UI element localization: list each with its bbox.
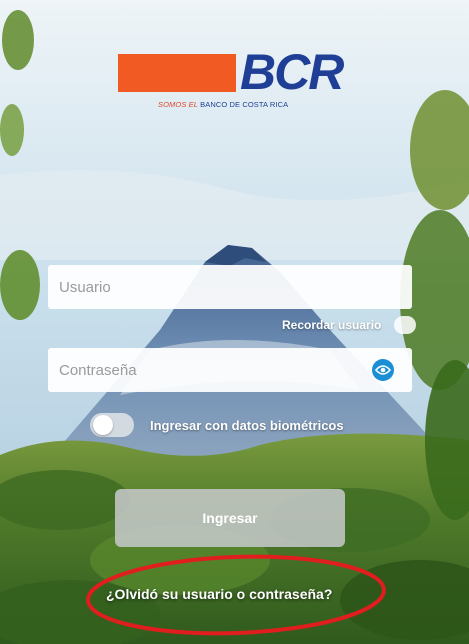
remember-user-toggle[interactable] xyxy=(394,316,416,334)
username-input[interactable] xyxy=(48,265,412,309)
tagline-rest: BANCO DE COSTA RICA xyxy=(200,100,289,109)
bcr-logo: BCR SOMOS EL BANCO DE COSTA RICA xyxy=(118,44,348,120)
logo-orange-bar xyxy=(118,54,236,92)
remember-user-label: Recordar usuario xyxy=(282,318,382,332)
biometric-label: Ingresar con datos biométricos xyxy=(150,418,344,433)
biometric-toggle[interactable] xyxy=(90,413,134,437)
biometric-toggle-knob xyxy=(93,415,113,435)
forgot-credentials-link[interactable]: ¿Olvidó su usuario o contraseña? xyxy=(106,586,332,602)
logo-text: BCR xyxy=(240,44,344,100)
password-input[interactable] xyxy=(48,348,412,392)
tagline-prefix: SOMOS EL xyxy=(158,100,198,109)
password-field[interactable] xyxy=(48,348,412,392)
username-field[interactable] xyxy=(48,265,412,309)
logo-tagline: SOMOS EL BANCO DE COSTA RICA xyxy=(158,100,288,109)
login-button[interactable]: Ingresar xyxy=(115,489,345,547)
eye-icon[interactable] xyxy=(372,359,394,381)
